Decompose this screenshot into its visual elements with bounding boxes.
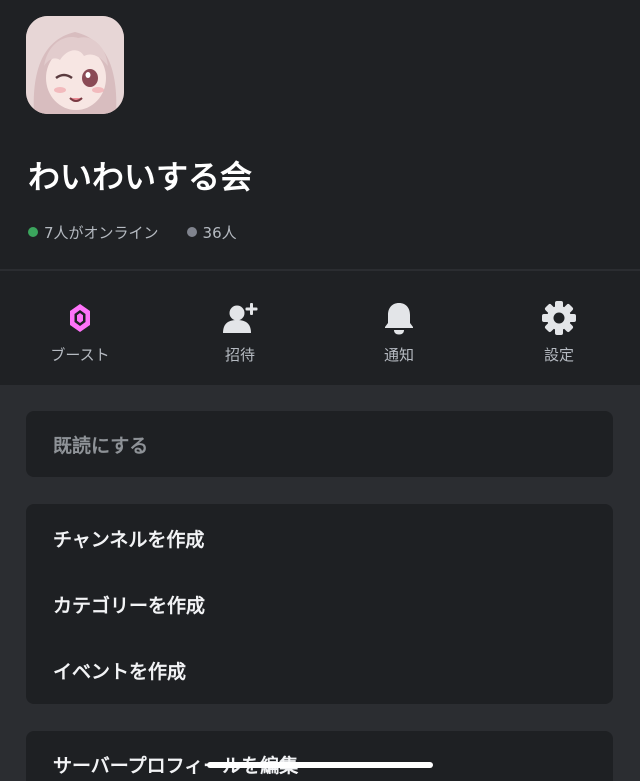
create-category-item[interactable]: カテゴリーを作成	[26, 571, 613, 637]
settings-button[interactable]: 設定	[499, 299, 619, 365]
server-actions: ブースト 招待 通知 設定	[0, 270, 640, 385]
member-count: 36人	[186, 222, 237, 243]
mark-read-item[interactable]: 既読にする	[26, 411, 613, 477]
profile-card: サーバープロフィールを編集	[26, 731, 613, 781]
server-stats: 7人がオンライン 36人	[28, 222, 237, 242]
invite-label: 招待	[224, 346, 255, 364]
notifications-label: 通知	[383, 346, 414, 364]
boost-button[interactable]: ブースト	[20, 299, 140, 365]
member-count-label: 36人	[202, 223, 237, 242]
notifications-button[interactable]: 通知	[339, 299, 459, 365]
settings-label: 設定	[543, 346, 574, 364]
server-header: わいわいする会 7人がオンライン 36人	[0, 0, 640, 269]
online-count: 7人がオンライン	[28, 222, 159, 243]
home-indicator[interactable]	[207, 762, 433, 768]
bell-icon	[380, 299, 418, 337]
server-name: わいわいする会	[28, 158, 253, 196]
online-count-label: 7人がオンライン	[44, 223, 159, 242]
mark-read-card: 既読にする	[26, 411, 613, 477]
create-channel-item[interactable]: チャンネルを作成	[26, 505, 613, 571]
boost-gem-icon	[61, 299, 99, 337]
create-event-item[interactable]: イベントを作成	[26, 637, 613, 703]
server-avatar[interactable]	[26, 16, 124, 114]
gear-icon	[540, 299, 578, 337]
edit-server-profile-item[interactable]: サーバープロフィールを編集	[26, 731, 613, 781]
boost-label: ブースト	[50, 346, 110, 364]
create-menu-card: チャンネルを作成 カテゴリーを作成 イベントを作成	[26, 504, 613, 704]
member-status-icon	[186, 227, 197, 237]
add-person-icon	[221, 299, 259, 337]
online-status-icon	[28, 227, 38, 237]
invite-button[interactable]: 招待	[180, 299, 300, 365]
